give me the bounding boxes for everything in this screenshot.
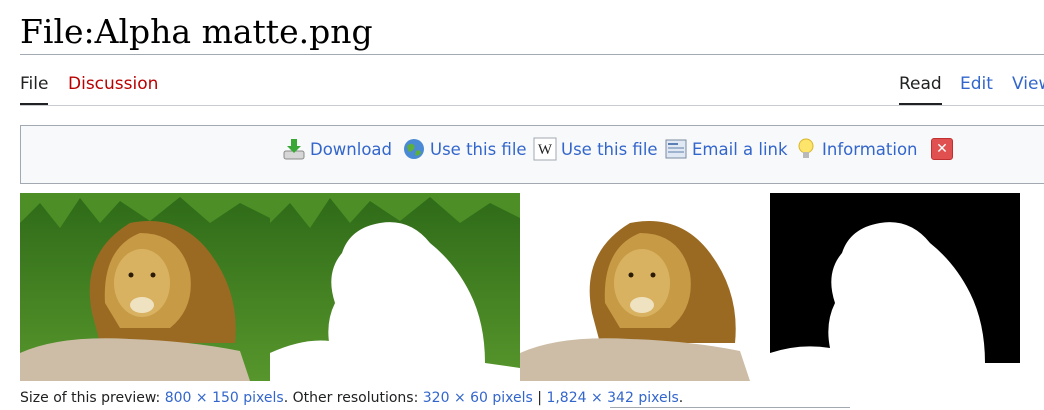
- svg-text:W: W: [538, 142, 553, 158]
- download-button[interactable]: Download: [282, 137, 392, 161]
- tab-read[interactable]: Read: [899, 72, 942, 105]
- resolution-320-link[interactable]: 320 × 60 pixels: [423, 390, 533, 406]
- download-label: Download: [310, 139, 393, 159]
- close-icon[interactable]: ✕: [931, 138, 953, 160]
- preview-size-link[interactable]: 800 × 150 pixels: [165, 390, 284, 406]
- globe-icon: [402, 137, 426, 161]
- preview-caption: Size of this preview: 800 × 150 pixels. …: [20, 388, 683, 408]
- file-preview-image[interactable]: [20, 193, 1020, 381]
- other-resolutions-label: . Other resolutions:: [283, 390, 419, 406]
- tab-bar: File Discussion Read Edit View: [20, 62, 1044, 106]
- tab-view[interactable]: View: [1012, 72, 1044, 103]
- tab-discussion[interactable]: Discussion: [68, 72, 158, 103]
- preview-size-label: Size of this preview:: [20, 390, 161, 406]
- lion-photo: [20, 193, 270, 381]
- use-file-globe-button[interactable]: Use this file: [402, 137, 527, 161]
- file-toolbar: Download Use this file W Use this file E…: [20, 125, 1044, 184]
- lion-cutout-on-white: [520, 193, 770, 381]
- wikipedia-icon: W: [533, 137, 557, 161]
- lion-with-white-mask: [270, 193, 520, 381]
- lightbulb-icon: [794, 137, 818, 161]
- download-icon: [282, 137, 306, 161]
- email-link-label: Email a link: [692, 139, 788, 159]
- email-link-button[interactable]: Email a link: [664, 137, 788, 161]
- divider: [610, 407, 850, 408]
- use-file-wiki-label: Use this file: [561, 139, 658, 159]
- page-title: File:Alpha matte.png: [20, 10, 1044, 55]
- alpha-matte-black-white: [770, 193, 1020, 381]
- resolution-separator: |: [537, 390, 542, 406]
- tab-edit[interactable]: Edit: [960, 72, 993, 103]
- information-label: Information: [822, 139, 918, 159]
- use-file-wiki-button[interactable]: W Use this file: [533, 137, 658, 161]
- caption-period: .: [678, 390, 684, 406]
- information-button[interactable]: Information: [794, 137, 918, 161]
- use-file-globe-label: Use this file: [430, 139, 527, 159]
- email-icon: [664, 137, 688, 161]
- tab-file[interactable]: File: [20, 72, 49, 105]
- resolution-1824-link[interactable]: 1,824 × 342 pixels: [546, 390, 678, 406]
